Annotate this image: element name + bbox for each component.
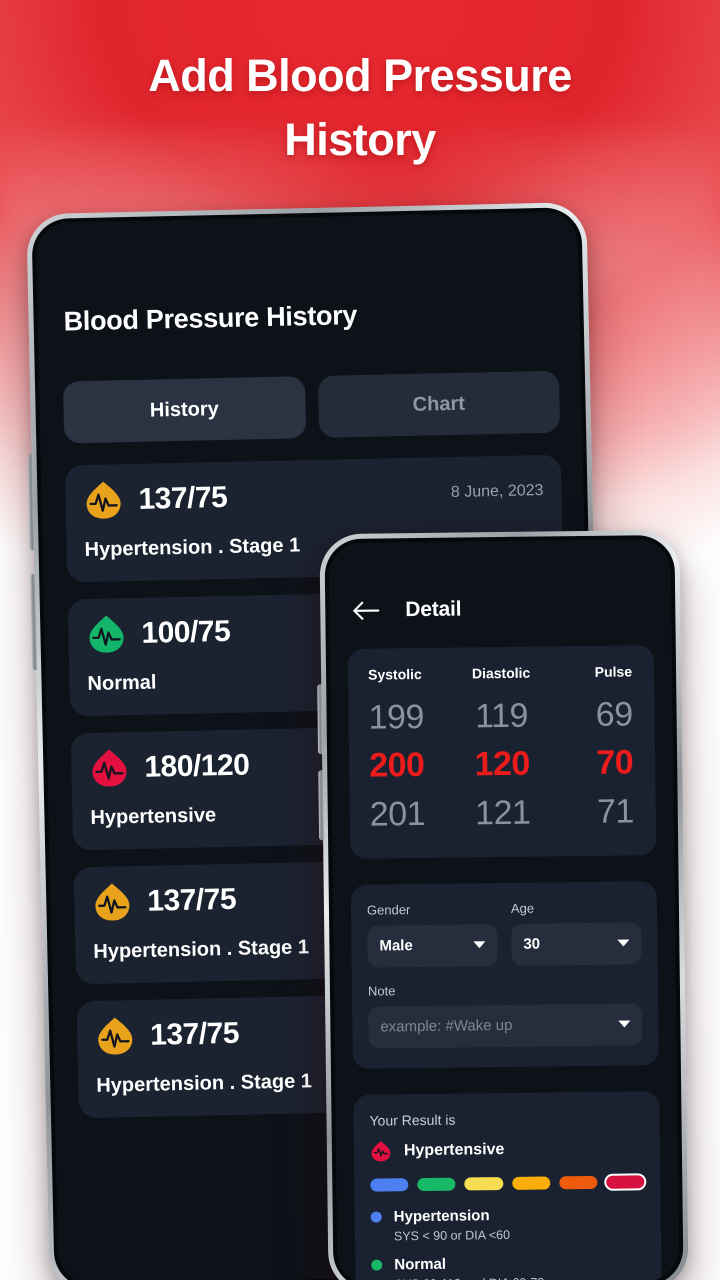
severity-pill[interactable] xyxy=(417,1177,456,1191)
picker-value-selected[interactable]: 120 xyxy=(456,740,548,789)
hero-line-1: Add Blood Pressure xyxy=(148,50,572,101)
tab-history[interactable]: History xyxy=(62,376,306,444)
chevron-down-icon xyxy=(617,939,630,947)
history-item-top: 137/75 8 June, 2023 xyxy=(83,471,544,521)
chevron-down-icon xyxy=(473,941,486,949)
gender-value: Male xyxy=(379,937,413,955)
severity-scale[interactable] xyxy=(370,1175,645,1192)
history-item-date: 8 June, 2023 xyxy=(450,482,544,502)
gender-label: Gender xyxy=(366,901,411,918)
picker-value-selected[interactable]: 200 xyxy=(365,741,457,790)
legend-item: Hypertension SYS < 90 or DIA <60 xyxy=(370,1205,645,1244)
tab-history-label: History xyxy=(149,397,220,422)
legend-item-top: Hypertension xyxy=(370,1205,645,1226)
age-field: Age 30 xyxy=(511,899,642,966)
legend-item-name: Normal xyxy=(394,1255,447,1274)
legend-list: HypertensionSYS < 90 or DIA <60NormalSYS… xyxy=(370,1205,646,1280)
picker-grid[interactable]: Systolic Diastolic Pulse 199 119 69 200 120 70 20… xyxy=(364,663,640,838)
gender-field: Gender Male xyxy=(367,901,498,968)
detail-screen: Detail Systolic Diastolic Pulse 199 119 69 200… xyxy=(328,538,680,1280)
volume-down-button[interactable] xyxy=(30,574,38,671)
age-label: Age xyxy=(510,900,535,916)
page-title: Blood Pressure History xyxy=(63,300,358,337)
result-heading: Your Result is xyxy=(369,1111,456,1129)
blood-drop-icon xyxy=(89,748,130,789)
tab-chart[interactable]: Chart xyxy=(317,370,561,438)
picker-header-pulse: Pulse xyxy=(594,663,633,680)
gender-age-row: Gender Male Age 30 xyxy=(367,899,642,968)
picker-value[interactable]: 199 xyxy=(364,693,456,742)
gender-select[interactable]: Male xyxy=(367,923,498,968)
note-label: Note xyxy=(367,983,396,999)
picker-value-selected[interactable]: 70 xyxy=(548,739,640,788)
legend-color-dot xyxy=(370,1211,382,1223)
blood-drop-icon xyxy=(86,614,127,655)
picker-value[interactable]: 71 xyxy=(548,787,640,836)
legend-item: NormalSYS 90-119 and DIA 60-79 xyxy=(371,1253,645,1280)
result-row: Hypertensive xyxy=(370,1137,644,1162)
history-item-value: 100/75 xyxy=(141,614,231,650)
blood-drop-icon xyxy=(95,1016,136,1057)
volume-up-button[interactable] xyxy=(27,454,35,551)
history-item-value: 137/75 xyxy=(138,480,228,516)
picker-value[interactable]: 121 xyxy=(457,788,549,837)
tab-bar: History Chart xyxy=(38,326,582,444)
detail-header: Detail xyxy=(328,539,671,623)
form-card: Gender Male Age 30 Note example: #Wake u… xyxy=(350,880,659,1069)
volume-up-button-front[interactable] xyxy=(317,684,324,755)
volume-down-button-front[interactable] xyxy=(318,770,325,841)
age-value: 30 xyxy=(523,935,541,954)
chevron-down-icon xyxy=(618,1020,631,1028)
severity-pill[interactable] xyxy=(464,1176,503,1191)
history-item-value: 137/75 xyxy=(149,1016,240,1052)
blood-drop-icon xyxy=(92,882,133,923)
arrow-left-icon[interactable] xyxy=(351,598,381,622)
note-input[interactable]: example: #Wake up xyxy=(368,1003,643,1049)
hero-title: Add Blood Pressure History xyxy=(0,44,720,172)
history-item-value: 137/75 xyxy=(146,882,237,918)
picker-value[interactable]: 119 xyxy=(456,691,548,740)
hero-line-2: History xyxy=(284,113,436,165)
legend-item-name: Hypertension xyxy=(393,1206,490,1226)
blood-drop-icon xyxy=(83,480,124,521)
picker-value[interactable]: 69 xyxy=(547,690,639,739)
legend-item-range: SYS 90-119 and DIA 60-79 xyxy=(394,1274,645,1280)
legend-color-dot xyxy=(371,1259,383,1271)
severity-pill[interactable] xyxy=(511,1176,551,1190)
history-item-value: 180/120 xyxy=(144,748,250,784)
note-placeholder: example: #Wake up xyxy=(380,1017,513,1036)
severity-pill[interactable] xyxy=(370,1177,409,1192)
result-card: Your Result is Hypertensive Hypertension… xyxy=(353,1090,663,1280)
blood-drop-icon xyxy=(370,1140,392,1162)
severity-pill[interactable] xyxy=(606,1175,645,1189)
legend-item-top: Normal xyxy=(371,1253,645,1273)
tab-chart-label: Chart xyxy=(412,392,466,416)
result-name: Hypertensive xyxy=(403,1140,505,1160)
severity-pill[interactable] xyxy=(558,1175,598,1190)
legend-item-range: SYS < 90 or DIA <60 xyxy=(393,1227,511,1244)
picker-header-systolic: Systolic xyxy=(367,665,422,683)
phone-mockup-detail: Detail Systolic Diastolic Pulse 199 119 69 200… xyxy=(317,529,689,1280)
note-field: Note example: #Wake up xyxy=(367,980,643,1049)
detail-title: Detail xyxy=(405,597,462,622)
picker-value[interactable]: 201 xyxy=(366,789,458,838)
phone-bezel-front: Detail Systolic Diastolic Pulse 199 119 69 200… xyxy=(324,534,684,1280)
measurement-picker-card[interactable]: Systolic Diastolic Pulse 199 119 69 200 120 70 20… xyxy=(347,645,657,859)
picker-header-diastolic: Diastolic xyxy=(471,664,531,682)
age-select[interactable]: 30 xyxy=(511,922,642,966)
